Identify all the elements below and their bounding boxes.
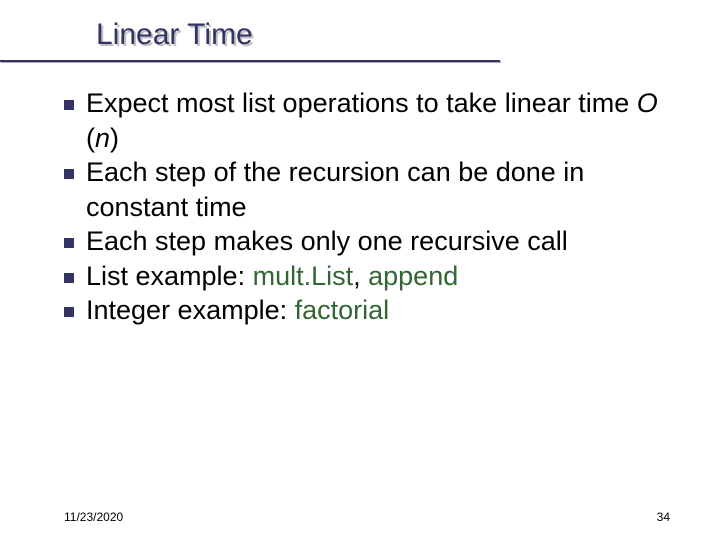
bullet-text: Integer example: factorial — [86, 293, 690, 328]
code-term: mult.List — [253, 261, 354, 291]
bullet-text: Each step of the recursion can be done i… — [86, 155, 690, 224]
text: ( — [86, 123, 95, 153]
page-number: 34 — [657, 510, 670, 524]
bullet-text: List example: mult.List, append — [86, 259, 690, 294]
bullet-item: Each step makes only one recursive call — [64, 224, 690, 259]
square-bullet-icon — [64, 307, 74, 317]
content-area: Expect most list operations to take line… — [64, 86, 690, 328]
text: , — [353, 261, 368, 291]
text: Expect most list operations to take line… — [86, 88, 637, 118]
code-term: factorial — [295, 295, 390, 325]
text: ) — [110, 123, 119, 153]
square-bullet-icon — [64, 238, 74, 248]
footer: 11/23/2020 34 — [64, 510, 670, 524]
bullet-item: Expect most list operations to take line… — [64, 86, 690, 155]
square-bullet-icon — [64, 169, 74, 179]
big-o: O — [637, 88, 658, 118]
slide: Linear Time Linear Time Expect most list… — [0, 0, 720, 540]
bullet-text: Expect most list operations to take line… — [86, 86, 690, 155]
bullet-text: Each step makes only one recursive call — [86, 224, 690, 259]
text: Integer example: — [86, 295, 295, 325]
var-n: n — [95, 123, 110, 153]
bullet-item: Integer example: factorial — [64, 293, 690, 328]
square-bullet-icon — [64, 273, 74, 283]
footer-date: 11/23/2020 — [64, 510, 123, 524]
code-term: append — [368, 261, 458, 291]
text: List example: — [86, 261, 253, 291]
bullet-item: List example: mult.List, append — [64, 259, 690, 294]
slide-title: Linear Time — [96, 18, 253, 52]
title-underline — [0, 60, 500, 62]
bullet-item: Each step of the recursion can be done i… — [64, 155, 690, 224]
square-bullet-icon — [64, 100, 74, 110]
